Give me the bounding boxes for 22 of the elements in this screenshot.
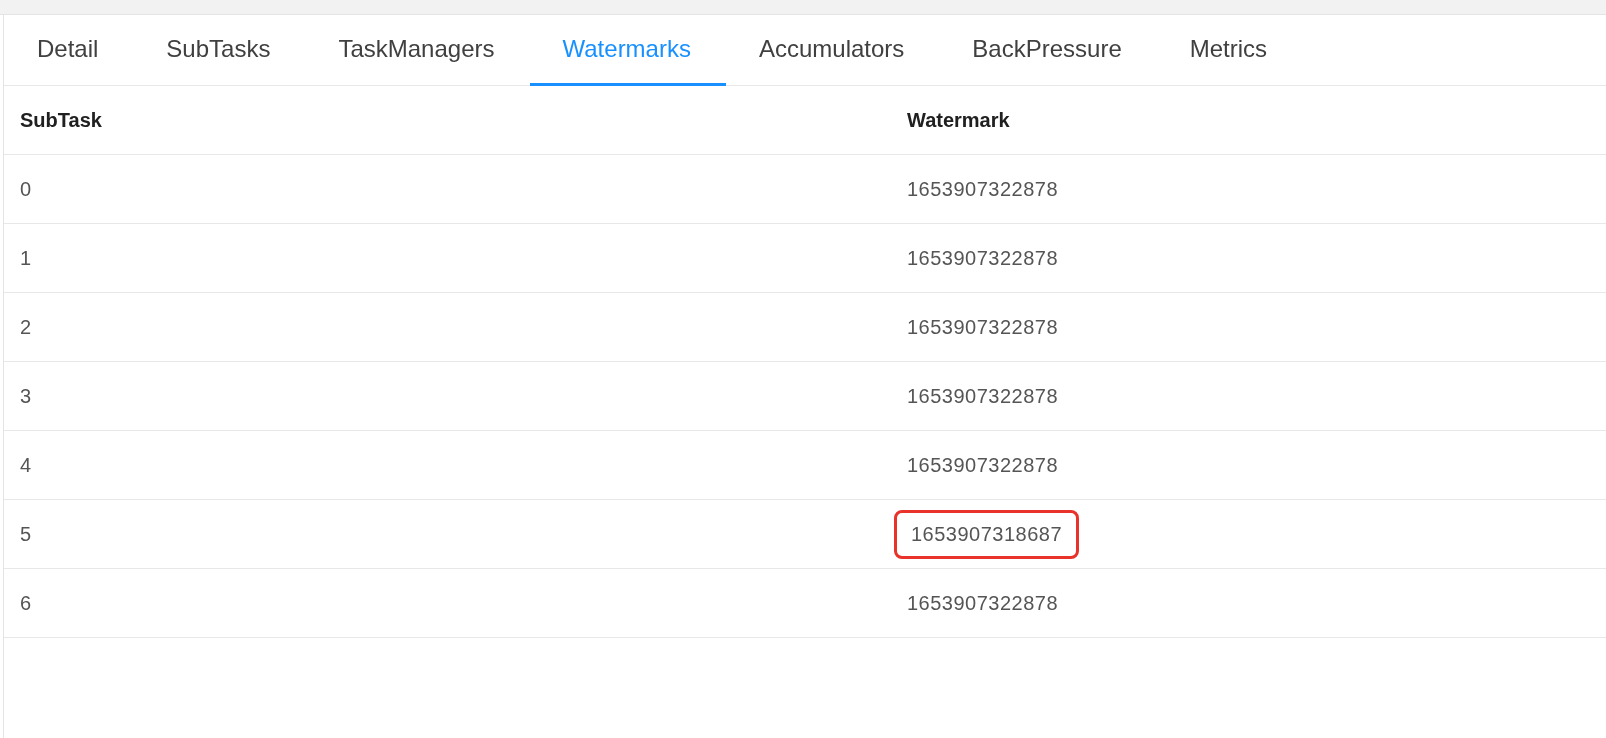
table-cell-text: 2 (19, 315, 33, 339)
tab[interactable]: BackPressure (939, 15, 1157, 86)
table-cell-text: 0 (19, 177, 33, 201)
highlighted-cell: 1653907318687 (894, 509, 1080, 559)
table-cell-text: 1653907322878 (906, 246, 1060, 270)
table-cell-text: 6 (19, 591, 33, 615)
table-cell-text: 1653907322878 (906, 177, 1060, 201)
table-cell-text: 3 (19, 384, 33, 408)
column-header: Watermark (906, 108, 1011, 132)
tab[interactable]: TaskManagers (305, 15, 530, 86)
tab[interactable]: Detail (4, 15, 134, 86)
table-cell-text: 1653907322878 (906, 384, 1060, 408)
table-cell-text: 1 (19, 246, 33, 270)
tab[interactable]: Accumulators (725, 15, 940, 86)
table-cell-text: 5 (19, 522, 33, 546)
table-cell-text: 1653907322878 (906, 591, 1060, 615)
tab[interactable]: Metrics (1156, 15, 1303, 86)
table-cell-text: 4 (19, 453, 33, 477)
table-cell-text: 1653907322878 (906, 453, 1060, 477)
table-cell-text: 1653907322878 (906, 315, 1060, 339)
tab[interactable]: SubTasks (133, 15, 306, 86)
column-header: SubTask (19, 108, 103, 132)
